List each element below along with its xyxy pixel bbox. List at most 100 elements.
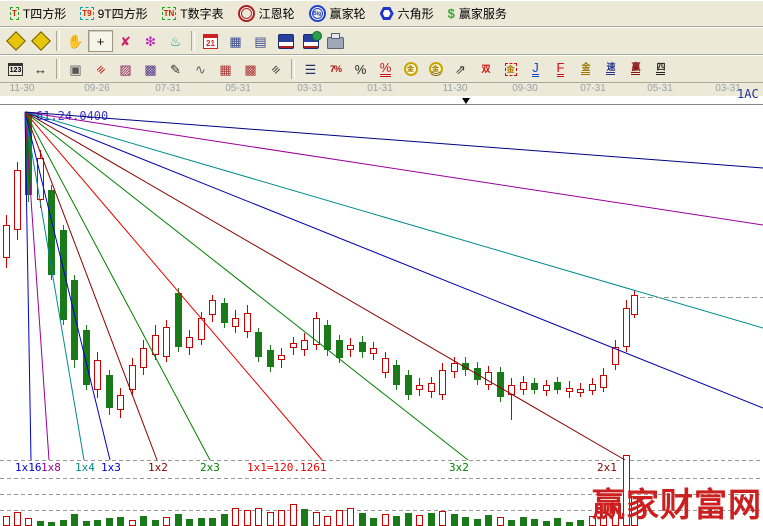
candle-body: [632, 296, 638, 315]
candle-body: [210, 301, 216, 315]
price-chart-svg[interactable]: 1x161x81x41x31x22x31x1=120.12613x22x1: [0, 96, 763, 526]
hand-icon[interactable]: ✋: [63, 30, 88, 52]
gold-lines-icon[interactable]: 金: [573, 58, 598, 80]
si-lines-icon[interactable]: 四: [648, 58, 673, 80]
volume-bar: [451, 514, 458, 526]
gann-fan-label: 1x3: [101, 461, 121, 474]
rocket-icon[interactable]: ⇗: [448, 58, 473, 80]
volume-bar: [383, 515, 389, 526]
volume-bar: [140, 516, 147, 526]
candle-body: [95, 361, 101, 390]
rect-tool-icon[interactable]: ▣: [63, 58, 88, 80]
volume-bar: [337, 511, 343, 526]
calculator-icon[interactable]: ▦: [223, 30, 248, 52]
measure-width-icon[interactable]: ↔: [28, 58, 53, 80]
volume-bar: [554, 518, 561, 526]
fit-view-icon[interactable]: [28, 30, 53, 52]
price-scale-icon[interactable]: ☰: [298, 58, 323, 80]
ray-lines-icon[interactable]: ✎: [163, 58, 188, 80]
volume-bar: [83, 521, 90, 526]
gold-coin-icon[interactable]: 金: [398, 58, 423, 80]
candle-body: [291, 344, 297, 348]
ying-lines-icon[interactable]: 赢: [623, 58, 648, 80]
volume-bar: [94, 520, 101, 526]
toolbar-button-t-number-table[interactable]: TNT数字表: [155, 4, 231, 23]
gann-fan-label: 1x1=120.1261: [247, 461, 326, 474]
candle-body: [531, 383, 538, 390]
candle-body: [348, 346, 354, 350]
corner-label: 1AC: [737, 87, 759, 101]
ruler-123-icon[interactable]: 123: [3, 58, 28, 80]
crosshair-icon[interactable]: +: [88, 30, 113, 52]
percent-levels-icon[interactable]: %: [373, 58, 398, 80]
toolbar-button-hexagon-tool[interactable]: 六角形: [373, 4, 441, 23]
gann-fan-line: [25, 112, 763, 225]
su-lines-icon[interactable]: 速: [598, 58, 623, 80]
wave-shuang-icon[interactable]: 双: [473, 58, 498, 80]
clip-tool-icon[interactable]: ❇: [138, 30, 163, 52]
chart-canvas[interactable]: 61.24.0400 赢家财富网 1x161x81x41x31x22x31x1=…: [0, 96, 763, 526]
gann-fan-label: 2x3: [200, 461, 220, 474]
candle-body: [601, 376, 607, 388]
brain-icon[interactable]: ♨: [163, 30, 188, 52]
gann-fan-line: [25, 112, 625, 460]
gann-square-icon[interactable]: ▩: [138, 58, 163, 80]
time-axis-label: 11-30: [443, 83, 468, 94]
volume-bar: [15, 513, 21, 526]
f-lines-icon[interactable]: F: [548, 58, 573, 80]
toolbar-button-label: 六角形: [398, 5, 434, 22]
toolbar-button-9t-square-tool[interactable]: T99T四方形: [73, 4, 154, 23]
print-icon[interactable]: [323, 30, 348, 52]
hexagon-tool-icon: [380, 7, 394, 20]
notes-icon[interactable]: ▤: [248, 30, 273, 52]
candle-body: [417, 386, 423, 390]
volume-bar: [417, 516, 423, 526]
candle-body: [554, 382, 561, 390]
candle-body: [4, 226, 10, 258]
gold-box-icon[interactable]: 金: [498, 58, 523, 80]
toolbar-button-label: 赢家轮: [330, 5, 366, 22]
candle-body: [245, 314, 251, 332]
toolbar-button-t-square-tool[interactable]: TT四方形: [3, 4, 73, 23]
candle-body: [359, 342, 366, 352]
calendar-icon[interactable]: 21: [198, 30, 223, 52]
candle-body: [521, 383, 527, 390]
volume-bar: [279, 511, 285, 526]
candle-body: [175, 293, 182, 347]
candle-body: [164, 328, 170, 357]
save-icon[interactable]: [273, 30, 298, 52]
volume-bar: [198, 518, 205, 526]
gann-fan-icon[interactable]: ≡: [88, 58, 113, 80]
toolbar-button-winner-service[interactable]: $ 赢家服务: [441, 4, 514, 23]
volume-bar: [106, 518, 113, 526]
candle-body: [233, 319, 239, 327]
parallel-lines-icon[interactable]: ≡: [263, 58, 288, 80]
pin-icon[interactable]: ✘: [113, 30, 138, 52]
grid-icon[interactable]: ▦: [213, 58, 238, 80]
candle-body: [429, 384, 435, 392]
volume-bar: [175, 514, 182, 526]
toolbar-button-winner-wheel[interactable]: Big赢家轮: [302, 4, 373, 23]
retrace-percent-icon[interactable]: 7%: [323, 58, 348, 80]
candle-body: [118, 396, 124, 410]
time-axis-label: 05-31: [225, 83, 251, 94]
toolbar-button-label: 赢家服务: [459, 5, 507, 22]
winner-wheel-icon: Big: [309, 5, 326, 22]
j-lines-icon[interactable]: J: [523, 58, 548, 80]
save-upload-icon[interactable]: [298, 30, 323, 52]
candle-body: [383, 359, 389, 373]
time-axis: 11-3009-2607-3105-3103-3101-3111-3009-30…: [0, 83, 763, 96]
toolbar-button-gann-wheel[interactable]: 江恩轮: [231, 4, 302, 23]
gold-coin-lines-icon[interactable]: 金: [423, 58, 448, 80]
winner-service-icon: $: [448, 7, 455, 20]
gann-box-icon[interactable]: ▨: [113, 58, 138, 80]
zigzag-icon[interactable]: ∿: [188, 58, 213, 80]
candle-body: [141, 349, 147, 368]
gann-wheel-icon: [238, 5, 255, 22]
position-marker-triangle[interactable]: [462, 98, 470, 104]
volume-bar: [405, 513, 412, 526]
pan-view-icon[interactable]: [3, 30, 28, 52]
grid-dense-icon[interactable]: ▩: [238, 58, 263, 80]
time-axis-label: 03-31: [297, 83, 323, 94]
percent-icon[interactable]: %: [348, 58, 373, 80]
